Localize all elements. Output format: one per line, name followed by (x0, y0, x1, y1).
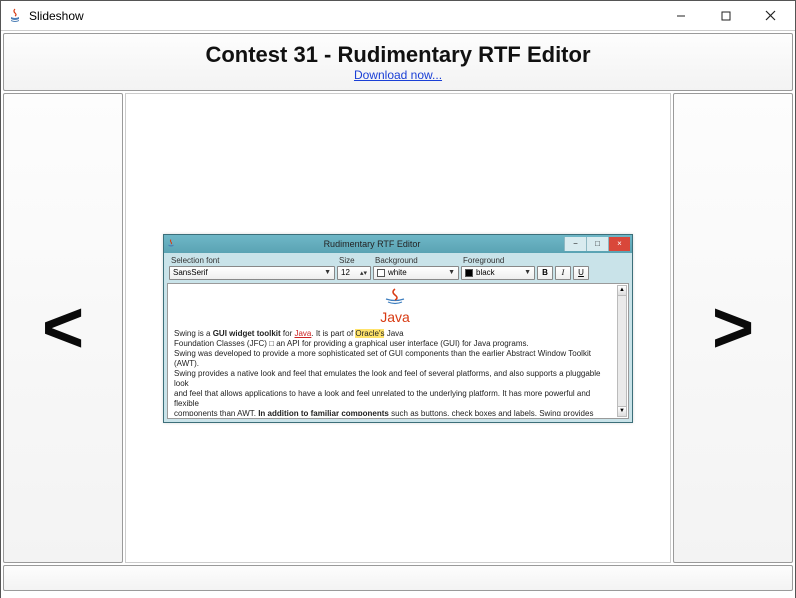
rtf-minimize-button[interactable]: − (564, 237, 586, 251)
label-size: Size (337, 256, 373, 265)
vertical-scrollbar[interactable]: ▲ ▼ (617, 285, 627, 417)
doc-line-1: Swing is a GUI widget toolkit for Java. … (174, 329, 616, 339)
app-body: Contest 31 - Rudimentary RTF Editor Down… (1, 31, 795, 598)
text: components than AWT. (174, 409, 258, 416)
size-spinner[interactable]: 12 ▴▾ (337, 266, 371, 280)
java-link[interactable]: Java (294, 329, 311, 338)
window-titlebar: Slideshow (1, 1, 795, 31)
doc-line-2: Foundation Classes (JFC) □ an API for pr… (174, 339, 616, 349)
footer-panel (3, 565, 793, 591)
text: for (281, 329, 295, 338)
java-steam-icon (380, 288, 410, 306)
font-combo[interactable]: SansSerif ▼ (169, 266, 335, 280)
java-cup-icon (166, 239, 176, 249)
next-button[interactable]: > (673, 93, 793, 563)
java-cup-icon (7, 8, 23, 24)
chevron-left-icon: < (42, 287, 84, 369)
doc-line-3: Swing was developed to provide a more so… (174, 349, 616, 369)
text-highlight: Oracle's (355, 329, 384, 338)
foreground-combo[interactable]: black ▼ (461, 266, 535, 280)
color-swatch-black (465, 269, 473, 277)
maximize-button[interactable] (703, 2, 748, 30)
label-foreground: Foreground (461, 256, 627, 265)
italic-button[interactable]: I (555, 266, 571, 280)
doc-line-4: Swing provides a native look and feel th… (174, 369, 616, 389)
middle-row: < Rudimentary RTF Editor − □ × (3, 93, 793, 563)
rtf-close-button[interactable]: × (608, 237, 630, 251)
text: Java (384, 329, 403, 338)
color-swatch-white (377, 269, 385, 277)
size-value: 12 (341, 268, 350, 277)
chevron-down-icon: ▼ (524, 269, 531, 276)
foreground-value: black (476, 268, 495, 277)
background-combo[interactable]: white ▼ (373, 266, 459, 280)
window-buttons (658, 2, 793, 30)
doc-line-6: components than AWT. In addition to fami… (174, 409, 616, 416)
prev-button[interactable]: < (3, 93, 123, 563)
text-bold: In addition to familiar components (258, 409, 389, 416)
rtf-toolbar: SansSerif ▼ 12 ▴▾ white ▼ (167, 265, 629, 283)
rtf-window-buttons: − □ × (564, 237, 630, 251)
rtf-window-title: Rudimentary RTF Editor (180, 239, 564, 249)
text: Swing is a (174, 329, 213, 338)
java-logo: Java (174, 288, 616, 327)
rtf-maximize-button[interactable]: □ (586, 237, 608, 251)
window-title: Slideshow (29, 9, 658, 23)
rtf-titlebar: Rudimentary RTF Editor − □ × (164, 235, 632, 253)
text-bold: GUI widget toolkit (213, 329, 281, 338)
rtf-document[interactable]: Java Swing is a GUI widget toolkit for J… (170, 286, 626, 416)
rtf-document-wrap: Java Swing is a GUI widget toolkit for J… (167, 283, 629, 419)
chevron-right-icon: > (712, 287, 754, 369)
chevron-down-icon: ▼ (448, 269, 455, 276)
spinner-arrows-icon: ▴▾ (360, 269, 367, 277)
close-button[interactable] (748, 2, 793, 30)
underline-button[interactable]: U (573, 266, 589, 280)
java-logo-text: Java (174, 309, 616, 327)
rtf-body: Selection font Size Background Foregroun… (164, 253, 632, 422)
font-combo-value: SansSerif (173, 268, 208, 277)
page-title: Contest 31 - Rudimentary RTF Editor (205, 42, 590, 68)
background-value: white (388, 268, 407, 277)
text: . It is part of (311, 329, 355, 338)
rtf-toolbar-labels: Selection font Size Background Foregroun… (167, 256, 629, 265)
slide-area: Rudimentary RTF Editor − □ × Selection f… (125, 93, 671, 563)
label-background: Background (373, 256, 461, 265)
rtf-editor-window: Rudimentary RTF Editor − □ × Selection f… (163, 234, 633, 423)
label-selection-font: Selection font (169, 256, 337, 265)
scroll-up-button[interactable]: ▲ (618, 286, 626, 296)
scroll-down-button[interactable]: ▼ (618, 406, 626, 416)
chevron-down-icon: ▼ (324, 269, 331, 276)
header-panel: Contest 31 - Rudimentary RTF Editor Down… (3, 33, 793, 91)
download-link[interactable]: Download now... (354, 68, 442, 82)
doc-line-5: and feel that allows applications to hav… (174, 389, 616, 409)
bold-button[interactable]: B (537, 266, 553, 280)
minimize-button[interactable] (658, 2, 703, 30)
